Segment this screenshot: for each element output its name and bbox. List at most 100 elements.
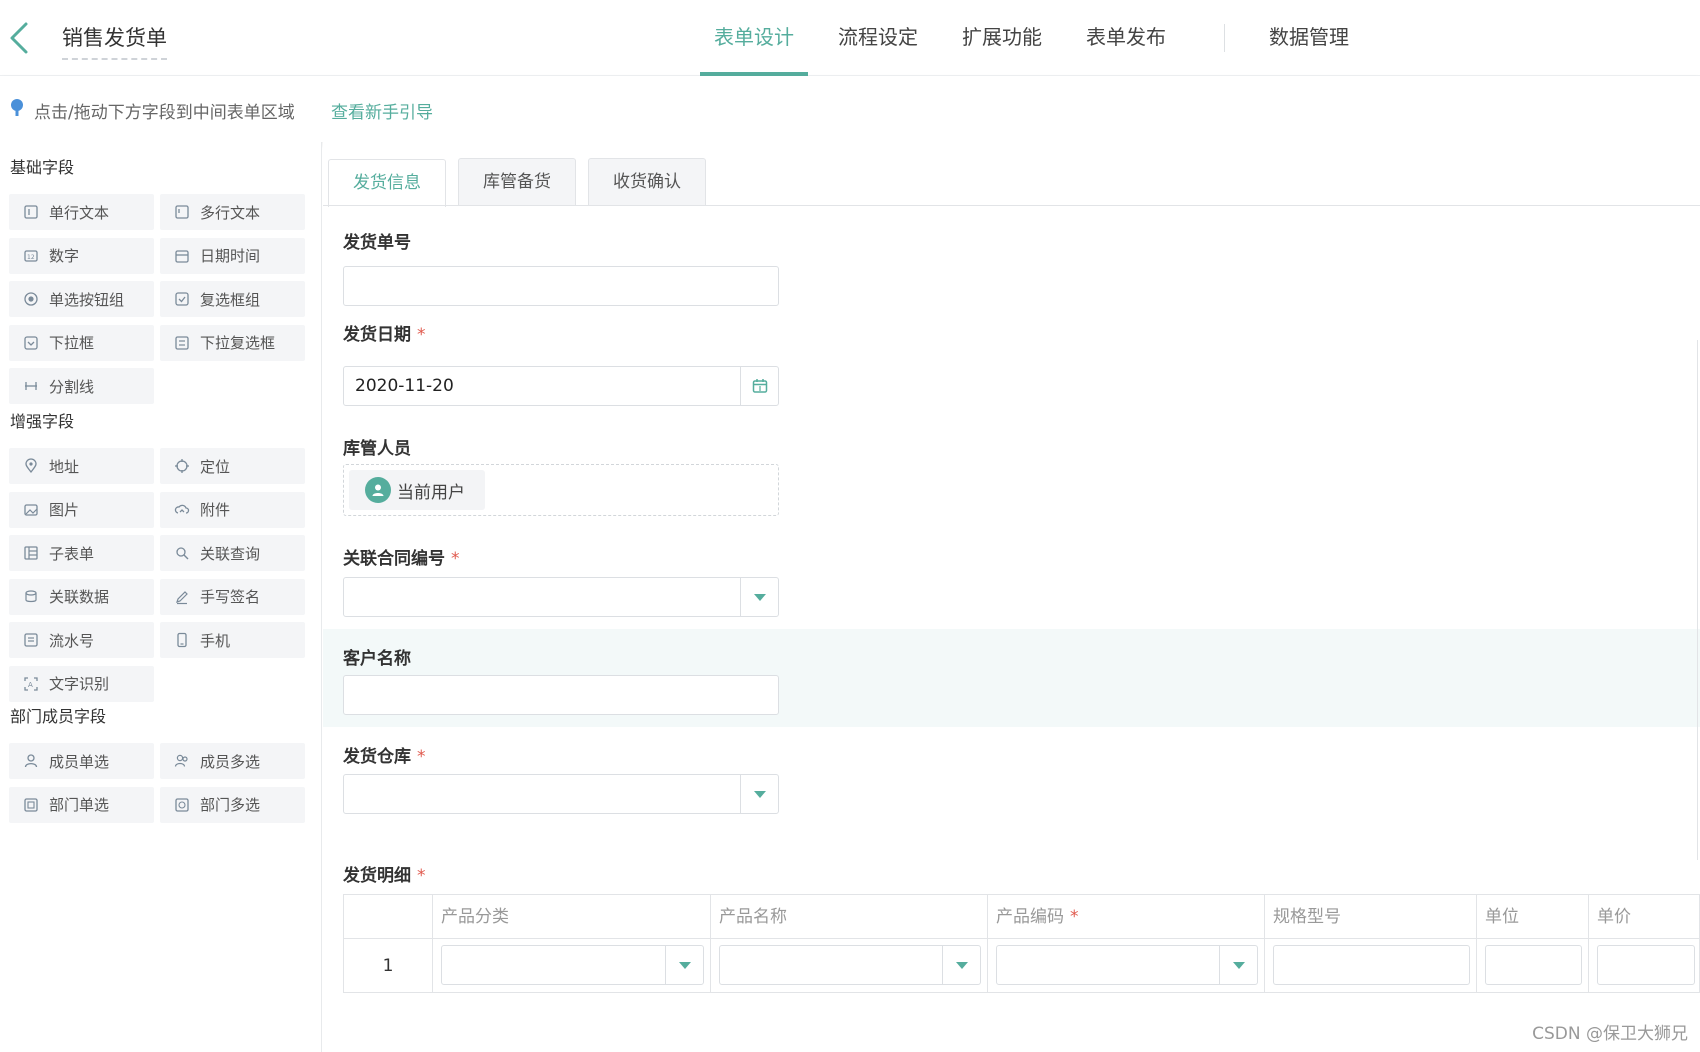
- details-label: 发货明细 *: [343, 861, 426, 886]
- table-header-product-name: 产品名称: [711, 895, 988, 939]
- chevron-down-icon[interactable]: [740, 578, 778, 616]
- field-item-department[interactable]: 部门单选: [9, 786, 154, 823]
- field-item-label: 分割线: [49, 377, 95, 396]
- field-item-subform[interactable]: 子表单: [9, 535, 154, 571]
- field-item-single-line-text[interactable]: 单行文本: [9, 194, 154, 230]
- field-item-checkbox[interactable]: 复选框组: [160, 281, 305, 317]
- table-cell: [1477, 939, 1589, 993]
- tab-form-publish[interactable]: 表单发布: [1072, 0, 1180, 76]
- department-icon: [23, 797, 39, 813]
- field-item-calendar[interactable]: 日期时间: [160, 237, 305, 274]
- number-icon: 12: [23, 248, 39, 264]
- dropdown-icon: [23, 335, 39, 351]
- unit-input[interactable]: [1485, 945, 1582, 985]
- shipment-no-input[interactable]: [343, 266, 779, 306]
- column-label: 产品分类: [441, 907, 509, 927]
- warehouse-select[interactable]: [343, 774, 779, 814]
- field-item-image[interactable]: 图片: [9, 491, 154, 528]
- table-header-unit: 单位: [1477, 895, 1589, 939]
- spec-input[interactable]: [1273, 945, 1470, 985]
- tab-form-design[interactable]: 表单设计: [700, 0, 808, 76]
- field-item-link-data[interactable]: 关联数据: [9, 578, 154, 615]
- beginner-guide-link[interactable]: 查看新手引导: [331, 98, 433, 123]
- field-item-users[interactable]: 成员多选: [160, 743, 305, 779]
- table-header-category: 产品分类: [433, 895, 711, 939]
- category-select[interactable]: [441, 945, 704, 985]
- tab-process-settings[interactable]: 流程设定: [824, 0, 932, 76]
- column-label: 单价: [1597, 907, 1631, 927]
- ship-date-input[interactable]: 2020-11-20: [343, 366, 779, 406]
- table-cell: [1589, 939, 1700, 993]
- product-code-select[interactable]: [996, 945, 1258, 985]
- price-input[interactable]: [1597, 945, 1695, 985]
- field-item-radio[interactable]: 单选按钮组: [9, 281, 154, 317]
- customer-name-label-text: 客户名称: [343, 649, 411, 669]
- table-header-index: [344, 895, 433, 939]
- field-item-multi-line-text[interactable]: 多行文本: [160, 194, 305, 230]
- field-item-label: 部门多选: [200, 796, 261, 814]
- field-item-dropdown-checkbox[interactable]: 下拉复选框: [160, 324, 305, 361]
- field-item-divider[interactable]: 分割线: [9, 368, 154, 404]
- ocr-icon: A: [23, 676, 39, 692]
- form-title[interactable]: 销售发货单: [62, 22, 167, 60]
- tab-stock-prep[interactable]: 库管备货: [458, 158, 576, 206]
- dropdown-checkbox-icon: [174, 335, 190, 351]
- field-item-label: 流水号: [49, 631, 95, 650]
- required-mark: *: [1070, 907, 1079, 927]
- contract-no-select[interactable]: [343, 577, 779, 617]
- member-select-box[interactable]: 当前用户: [343, 464, 779, 516]
- required-mark: *: [417, 325, 426, 345]
- users-icon: [174, 753, 190, 769]
- field-item-location-pin[interactable]: 地址: [9, 448, 154, 484]
- field-item-label: 下拉复选框: [200, 334, 276, 352]
- watermark: CSDN @保卫大狮兄: [1532, 1024, 1688, 1044]
- current-user-chip[interactable]: 当前用户: [349, 470, 485, 510]
- field-item-crosshair[interactable]: 定位: [160, 448, 305, 484]
- chevron-down-icon[interactable]: [740, 775, 778, 813]
- form-canvas: 发货信息 库管备货 收货确认 发货单号 发货日期 * 2020-11-20 库管人…: [323, 142, 1700, 1052]
- calendar-icon[interactable]: [740, 367, 778, 405]
- field-item-ocr[interactable]: A 文字识别: [9, 665, 154, 702]
- field-item-label: 复选框组: [200, 290, 261, 309]
- field-item-user[interactable]: 成员单选: [9, 743, 154, 779]
- pen-icon: [174, 589, 190, 605]
- field-item-search-link[interactable]: 关联查询: [160, 535, 305, 571]
- divider-icon: [23, 378, 39, 394]
- customer-name-input[interactable]: [343, 675, 779, 715]
- product-name-select[interactable]: [719, 945, 981, 985]
- chevron-down-icon[interactable]: [1219, 946, 1257, 984]
- field-item-phone[interactable]: 手机: [160, 622, 305, 658]
- field-item-departments[interactable]: 部门多选: [160, 786, 305, 823]
- search-link-icon: [174, 545, 190, 561]
- tab-extensions[interactable]: 扩展功能: [948, 0, 1056, 76]
- field-item-serial-number[interactable]: 流水号: [9, 622, 154, 658]
- group-title-basic: 基础字段: [10, 158, 75, 177]
- image-icon: [23, 502, 39, 518]
- calendar-icon: [174, 248, 190, 264]
- phone-icon: [174, 632, 190, 648]
- chevron-down-icon[interactable]: [665, 946, 703, 984]
- tab-divider: [1224, 24, 1225, 52]
- svg-text:A: A: [28, 681, 33, 689]
- tab-shipping-info[interactable]: 发货信息: [328, 159, 446, 207]
- back-arrow-icon[interactable]: [6, 18, 36, 58]
- ship-date-label-text: 发货日期: [343, 325, 411, 345]
- field-item-dropdown[interactable]: 下拉框: [9, 324, 154, 361]
- field-item-pen[interactable]: 手写签名: [160, 578, 305, 615]
- serial-number-icon: [23, 632, 39, 648]
- shipment-no-label: 发货单号: [343, 228, 411, 253]
- field-palette: 基础字段 增强字段 部门成员字段 单行文本 多行文本 12 数字 日期时间 单选按钮组 复选…: [0, 142, 322, 1052]
- chevron-down-icon[interactable]: [942, 946, 980, 984]
- column-label: 产品名称: [719, 907, 787, 927]
- current-user-label: 当前用户: [397, 482, 465, 503]
- tab-data-management[interactable]: 数据管理: [1255, 0, 1363, 76]
- hint-text: 点击/拖动下方字段到中间表单区域: [34, 103, 295, 123]
- ship-date-value: 2020-11-20: [355, 376, 454, 396]
- user-icon: [23, 753, 39, 769]
- hint-bar: 点击/拖动下方字段到中间表单区域 查看新手引导: [0, 76, 1700, 142]
- tab-receipt-confirm[interactable]: 收货确认: [588, 158, 706, 206]
- ship-date-label: 发货日期 *: [343, 320, 426, 345]
- field-item-number[interactable]: 12 数字: [9, 237, 154, 274]
- field-item-upload-cloud[interactable]: 附件: [160, 491, 305, 528]
- link-data-icon: [23, 589, 39, 605]
